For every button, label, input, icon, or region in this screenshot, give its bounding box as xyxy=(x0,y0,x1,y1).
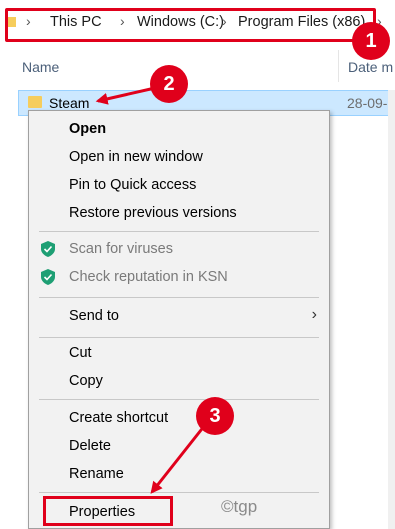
annotation-badge-2: 2 xyxy=(150,65,188,103)
menu-item-label: Copy xyxy=(69,373,103,389)
menu-item-create-shortcut[interactable]: Create shortcut xyxy=(29,404,329,432)
menu-item-cut[interactable]: Cut xyxy=(29,339,329,367)
annotation-badge-3: 3 xyxy=(196,397,234,435)
menu-separator xyxy=(39,231,319,232)
context-menu: Open Open in new window Pin to Quick acc… xyxy=(28,110,330,529)
column-header: Name Date m xyxy=(0,50,395,82)
menu-item-label: Send to xyxy=(69,308,119,324)
menu-item-open-new-window[interactable]: Open in new window xyxy=(29,143,329,171)
menu-item-label: Open in new window xyxy=(69,149,203,165)
menu-item-label: Cut xyxy=(69,345,92,361)
column-name-header[interactable]: Name xyxy=(22,59,59,75)
properties-highlight-box xyxy=(43,496,173,526)
menu-item-label: Create shortcut xyxy=(69,410,169,426)
menu-separator xyxy=(39,492,319,493)
menu-item-delete[interactable]: Delete xyxy=(29,432,329,460)
column-divider[interactable] xyxy=(338,50,339,82)
menu-separator xyxy=(39,297,319,298)
menu-item-pin-quick-access[interactable]: Pin to Quick access xyxy=(29,171,329,199)
menu-item-restore-previous-versions[interactable]: Restore previous versions xyxy=(29,199,329,227)
menu-item-label: Rename xyxy=(69,466,124,482)
chevron-right-icon: › xyxy=(311,306,317,323)
menu-item-check-reputation-ksn[interactable]: Check reputation in KSN xyxy=(29,263,329,291)
column-date-header[interactable]: Date m xyxy=(348,59,393,75)
scrollbar[interactable] xyxy=(388,90,395,529)
menu-item-send-to[interactable]: Send to › xyxy=(29,302,329,330)
menu-item-label: Open xyxy=(69,121,107,137)
shield-icon xyxy=(41,241,55,257)
menu-item-open[interactable]: Open xyxy=(29,115,329,143)
menu-item-rename[interactable]: Rename xyxy=(29,460,329,488)
menu-item-label: Check reputation in KSN xyxy=(69,269,228,285)
menu-separator xyxy=(39,337,319,338)
menu-item-scan-for-viruses[interactable]: Scan for viruses xyxy=(29,235,329,263)
menu-item-copy[interactable]: Copy xyxy=(29,367,329,395)
menu-item-label: Restore previous versions xyxy=(69,205,237,221)
watermark: ©tgp xyxy=(221,497,258,516)
menu-item-label: Scan for viruses xyxy=(69,241,173,257)
menu-item-label: Delete xyxy=(69,438,111,454)
annotation-badge-1: 1 xyxy=(352,22,390,60)
shield-icon xyxy=(41,269,55,285)
address-highlight-box xyxy=(5,8,376,42)
folder-icon xyxy=(28,96,42,108)
file-name: Steam xyxy=(49,95,90,111)
address-bar[interactable]: › This PC › Windows (C:) › Program Files… xyxy=(0,0,395,46)
menu-separator xyxy=(39,399,319,400)
menu-item-label: Pin to Quick access xyxy=(69,177,197,193)
